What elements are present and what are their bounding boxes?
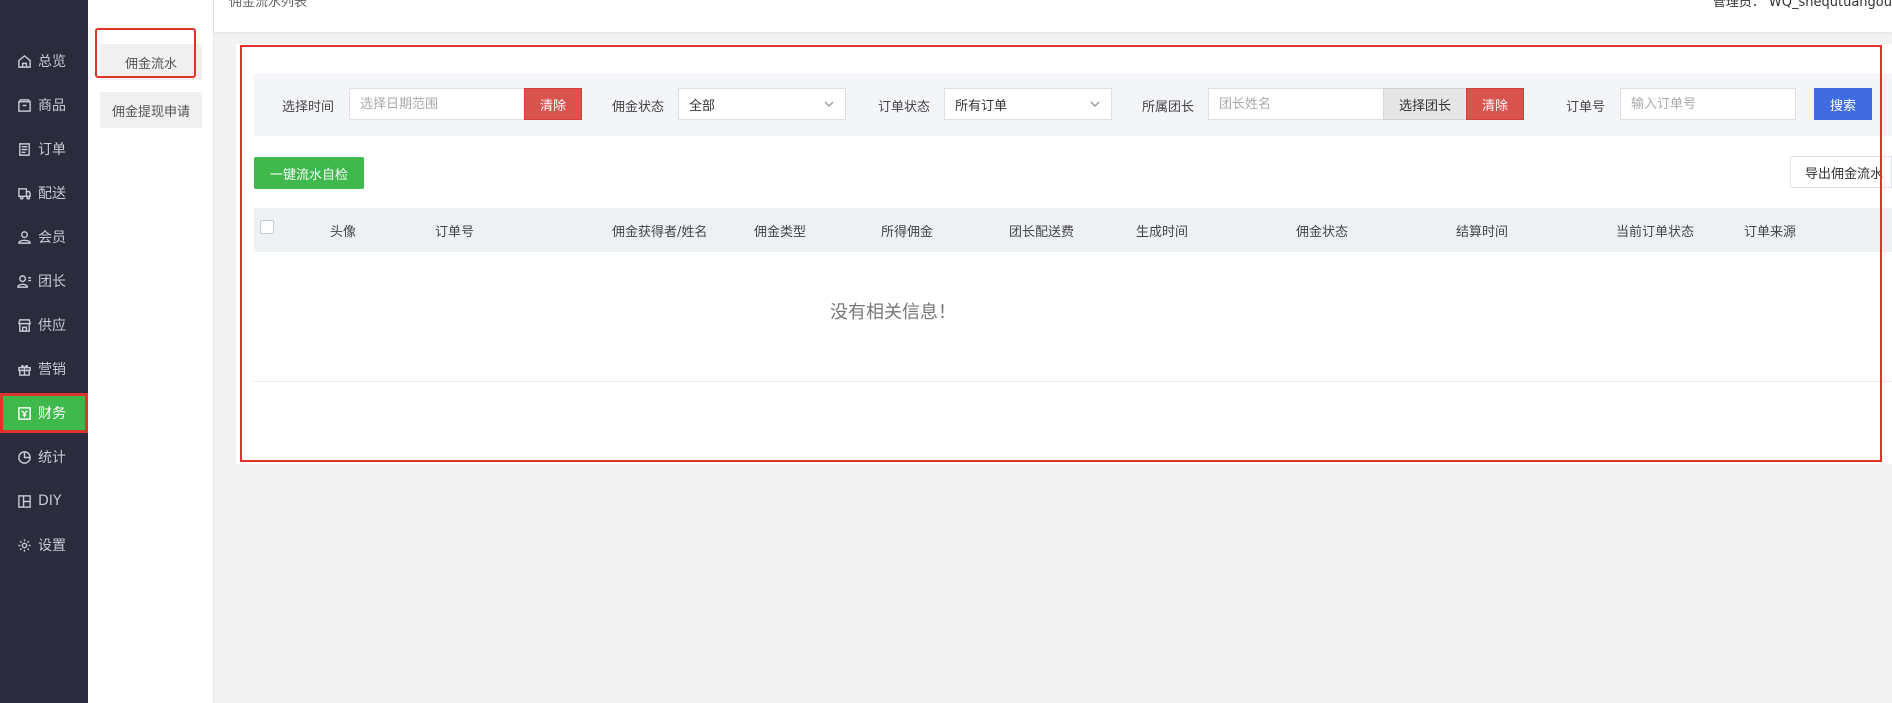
- pie-chart-icon: [16, 449, 32, 465]
- nav-item-label: 配送: [38, 186, 66, 202]
- nav-item-label: 财务: [38, 406, 66, 422]
- nav-item-label: 营销: [38, 362, 66, 378]
- nav-item-goods[interactable]: 商品: [0, 85, 88, 125]
- user-icon: [16, 229, 32, 245]
- nav-item-label: 会员: [38, 230, 66, 246]
- nav-item-label: DIY: [38, 493, 62, 509]
- nav-item-overview[interactable]: 总览: [0, 41, 88, 81]
- nav-item-delivery[interactable]: 配送: [0, 173, 88, 213]
- nav-item-supply[interactable]: 供应: [0, 305, 88, 345]
- nav-item-label: 设置: [38, 538, 66, 554]
- secondary-nav: 佣金流水 佣金提现申请: [88, 0, 214, 703]
- layout-icon: [16, 493, 32, 509]
- nav-item-leaders[interactable]: 团长: [0, 261, 88, 301]
- nav-item-label: 统计: [38, 450, 66, 466]
- subnav-item-label: 佣金提现申请: [111, 104, 190, 120]
- nav-item-label: 商品: [38, 98, 66, 114]
- breadcrumb: 佣金流水列表: [229, 0, 308, 10]
- nav-item-settings[interactable]: 设置: [0, 525, 88, 565]
- admin-label: 管理员： WQ_shequtuangou: [1712, 0, 1892, 10]
- nav-item-members[interactable]: 会员: [0, 217, 88, 257]
- subnav-item-withdraw-apply[interactable]: 佣金提现申请: [100, 92, 202, 128]
- highlight-box: [240, 45, 1882, 462]
- nav-item-statistics[interactable]: 统计: [0, 437, 88, 477]
- delivery-icon: [16, 185, 32, 201]
- home-icon: [16, 53, 32, 69]
- page-header: 佣金流水列表 管理员： WQ_shequtuangou: [214, 0, 1892, 32]
- box-icon: [16, 97, 32, 113]
- highlight-box: [95, 28, 196, 78]
- nav-item-label: 总览: [38, 54, 66, 70]
- primary-nav: 总览 商品 订单 配送 会员 团长 供应 营销 财务 统计 DIY 设置: [0, 0, 88, 703]
- nav-item-marketing[interactable]: 营销: [0, 349, 88, 389]
- nav-item-finance[interactable]: 财务: [0, 393, 88, 433]
- gear-icon: [16, 537, 32, 553]
- order-icon: [16, 141, 32, 157]
- nav-item-label: 供应: [38, 318, 66, 334]
- leader-icon: [16, 273, 32, 289]
- gift-icon: [16, 361, 32, 377]
- nav-item-orders[interactable]: 订单: [0, 129, 88, 169]
- finance-icon: [16, 405, 32, 421]
- nav-item-label: 团长: [38, 274, 66, 290]
- shop-icon: [16, 317, 32, 333]
- nav-item-label: 订单: [38, 142, 66, 158]
- nav-item-diy[interactable]: DIY: [0, 481, 88, 521]
